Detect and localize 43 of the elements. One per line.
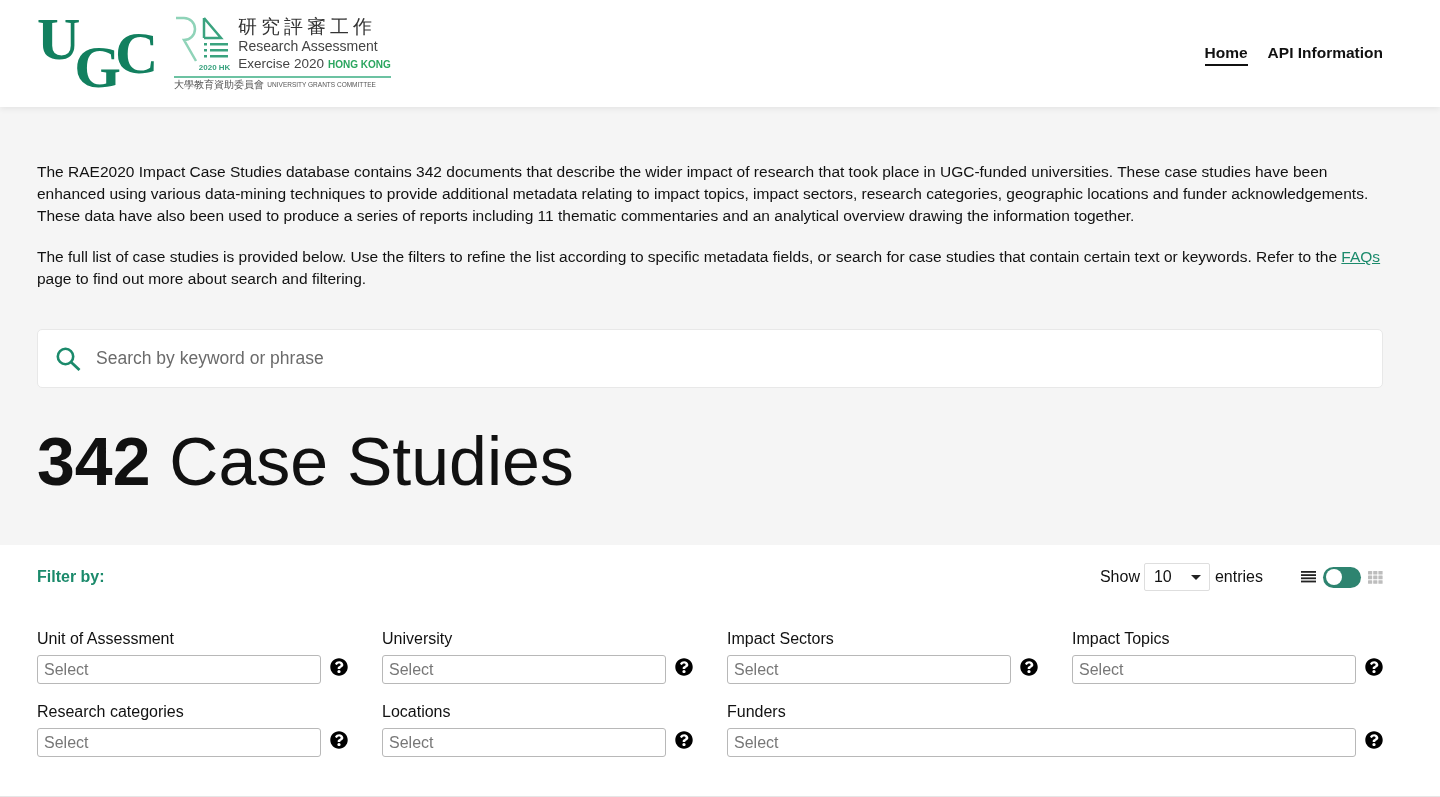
help-icon[interactable] — [330, 731, 348, 749]
filter-label: University — [382, 630, 454, 648]
emblem-caption: 2020 HK — [198, 63, 231, 72]
nav-link[interactable]: API Information — [1267, 44, 1383, 66]
help-icon[interactable] — [675, 731, 693, 749]
committee-name-chinese: 大學教育資助委員會 — [174, 79, 265, 91]
logo-title-line: Exercise 2020 — [238, 55, 324, 73]
select-field[interactable]: Select — [727, 728, 1356, 757]
filter-label: Funders — [727, 703, 787, 721]
select-field[interactable]: Select — [1072, 655, 1356, 684]
logo-highlight: HONG KONG — [327, 58, 391, 72]
ugc-logo: UGC — [37, 18, 159, 89]
logo-title-line: Research Assessment — [238, 38, 379, 55]
filter-label: Filter by: — [37, 567, 105, 587]
filter-label: Impact Sectors — [727, 630, 835, 648]
filter-label: Impact Topics — [1072, 630, 1171, 648]
search-icon — [56, 346, 81, 371]
nav-link[interactable]: Home — [1204, 44, 1248, 66]
logo-title-chinese: 研究評審工作 — [238, 16, 378, 38]
filter-label: Research categories — [37, 703, 185, 721]
help-icon[interactable] — [330, 658, 348, 676]
filter-label: Unit of Assessment — [37, 630, 175, 648]
entries-select[interactable]: 10 — [1143, 563, 1210, 591]
select-field[interactable]: Select — [382, 655, 666, 684]
filter-label: Locations — [382, 703, 452, 721]
list-view-icon[interactable] — [1301, 571, 1316, 583]
help-icon[interactable] — [675, 658, 693, 676]
faq-link[interactable]: FAQs — [1341, 248, 1381, 265]
help-icon[interactable] — [1365, 731, 1383, 749]
intro-paragraph: The RAE2020 Impact Case Studies database contains 342 documents that describe the wider impact of research that took place in UGC-funded universities. These case studies have been enhanced using various data-mining techniques to provide additional metadata relating to impact topics, impact sectors, research categories, geographic locations and funder acknowledgements. These data have also been used to produce a series of reports including 11 thematic commentaries and an analytical overview drawing the information together. — [37, 162, 1370, 226]
rae-emblem-icon — [174, 16, 231, 62]
entries-label: entries — [1214, 567, 1263, 587]
intro-paragraph: The full list of case studies is provided below. Use the filters to refine the list according to specific metadata fields, or search for case studies that contain certain text or keywords. Refer to the FAQs page to find out more about search and filtering. — [37, 247, 1382, 289]
results-heading: 342 Case Studies — [37, 426, 575, 496]
select-field[interactable]: Select — [727, 655, 1011, 684]
select-field[interactable]: Select — [37, 728, 321, 757]
caret-down-icon — [1190, 574, 1201, 580]
show-label: Show — [1099, 567, 1140, 587]
help-icon[interactable] — [1365, 658, 1383, 676]
select-field[interactable]: Select — [382, 728, 666, 757]
view-toggle[interactable] — [1323, 566, 1361, 588]
select-field[interactable]: Select — [37, 655, 321, 684]
help-icon[interactable] — [1020, 658, 1038, 676]
